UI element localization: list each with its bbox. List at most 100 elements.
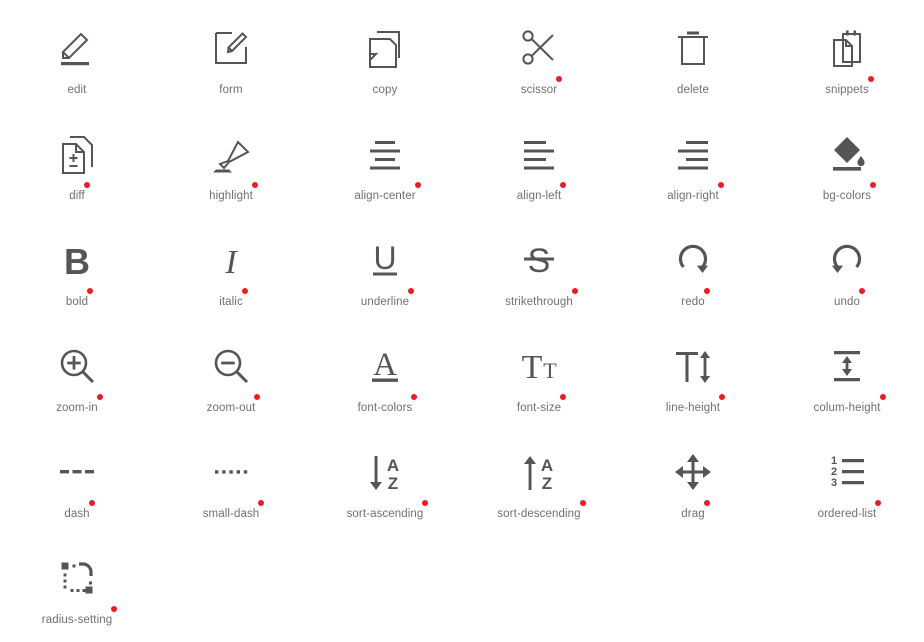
icon-label-wrap: redo bbox=[681, 288, 710, 309]
icon-label: dash bbox=[64, 508, 90, 520]
documents-plus-minus-icon[interactable] bbox=[51, 128, 103, 180]
highlighter-pen-icon[interactable] bbox=[205, 128, 257, 180]
icon-cell-radius-setting[interactable]: radius-setting bbox=[0, 536, 154, 642]
icon-cell-sort-descending[interactable]: A Zsort-descending bbox=[462, 430, 616, 536]
icon-cell-small-dash[interactable]: small-dash bbox=[154, 430, 308, 536]
new-marker-dot bbox=[251, 182, 258, 188]
letter-u-underline-icon[interactable]: U bbox=[359, 234, 411, 286]
icon-label: italic bbox=[219, 296, 243, 308]
icon-cell-redo[interactable]: redo bbox=[616, 218, 770, 324]
new-marker-dot bbox=[408, 288, 415, 294]
new-marker-dot bbox=[96, 394, 103, 400]
clipboard-pages-icon[interactable] bbox=[821, 22, 873, 74]
icon-cell-underline[interactable]: Uunderline bbox=[308, 218, 462, 324]
new-marker-dot bbox=[556, 76, 563, 82]
magnifier-plus-icon[interactable] bbox=[51, 340, 103, 392]
svg-text:S: S bbox=[528, 242, 551, 280]
dotted-line-icon[interactable] bbox=[205, 446, 257, 498]
icon-label: zoom-in bbox=[56, 402, 98, 414]
icon-cell-scissor[interactable]: scissor bbox=[462, 6, 616, 112]
numbered-list-icon[interactable]: 123 bbox=[821, 446, 873, 498]
arrow-down-az-icon[interactable]: AZ bbox=[359, 446, 411, 498]
icon-cell-align-center[interactable]: align-center bbox=[308, 112, 462, 218]
svg-text:A: A bbox=[387, 456, 399, 475]
svg-text:A: A bbox=[373, 347, 397, 383]
dashed-line-icon[interactable] bbox=[51, 446, 103, 498]
vertical-arrow-bars-icon[interactable] bbox=[821, 340, 873, 392]
icon-label-wrap: zoom-out bbox=[207, 394, 261, 415]
svg-text:T: T bbox=[543, 358, 557, 383]
copy-pages-icon[interactable] bbox=[359, 22, 411, 74]
align-right-icon[interactable] bbox=[667, 128, 719, 180]
new-marker-dot bbox=[858, 288, 865, 294]
icon-cell-bold[interactable]: Bbold bbox=[0, 218, 154, 324]
new-marker-dot bbox=[579, 500, 586, 506]
icon-label: edit bbox=[67, 84, 87, 96]
icon-cell-zoom-out[interactable]: zoom-out bbox=[154, 324, 308, 430]
undo-arrow-icon[interactable] bbox=[821, 234, 873, 286]
icon-label: colum-height bbox=[813, 402, 881, 414]
icon-cell-sort-ascending[interactable]: A Zsort-ascending bbox=[308, 430, 462, 536]
icon-cell-copy[interactable]: copy bbox=[308, 6, 462, 112]
t-vertical-arrow-icon[interactable] bbox=[667, 340, 719, 392]
paint-bucket-icon[interactable] bbox=[821, 128, 873, 180]
new-marker-dot bbox=[703, 500, 710, 506]
pencil-underline-icon[interactable] bbox=[51, 22, 103, 74]
icon-label-wrap: highlight bbox=[209, 182, 258, 203]
icon-cell-italic[interactable]: Iitalic bbox=[154, 218, 308, 324]
corner-radius-icon[interactable] bbox=[51, 552, 103, 604]
icon-label-wrap: font-colors bbox=[357, 394, 418, 415]
icon-label-wrap: strikethrough bbox=[505, 288, 578, 309]
align-left-icon[interactable] bbox=[513, 128, 565, 180]
align-center-icon[interactable] bbox=[359, 128, 411, 180]
icon-cell-snippets[interactable]: snippets bbox=[770, 6, 924, 112]
four-way-arrows-icon[interactable] bbox=[667, 446, 719, 498]
letter-b-icon[interactable]: B bbox=[51, 234, 103, 286]
icon-cell-delete[interactable]: delete bbox=[616, 6, 770, 112]
icon-cell-undo[interactable]: undo bbox=[770, 218, 924, 324]
icon-label-wrap: dash bbox=[64, 500, 95, 521]
icon-cell-diff[interactable]: diff bbox=[0, 112, 154, 218]
icon-cell-zoom-in[interactable]: zoom-in bbox=[0, 324, 154, 430]
icon-label: align-left bbox=[516, 190, 562, 202]
icon-cell-dash[interactable]: dash bbox=[0, 430, 154, 536]
icon-cell-colum-height[interactable]: colum-height bbox=[770, 324, 924, 430]
icon-label-wrap: align-center bbox=[354, 182, 421, 203]
icon-cell-bg-colors[interactable]: bg-colors bbox=[770, 112, 924, 218]
icon-label: font-colors bbox=[357, 402, 413, 414]
redo-arrow-icon[interactable] bbox=[667, 234, 719, 286]
scissors-icon[interactable] bbox=[513, 22, 565, 74]
icon-label: copy bbox=[372, 84, 398, 96]
icon-cell-font-size[interactable]: T Tfont-size bbox=[462, 324, 616, 430]
magnifier-minus-icon[interactable] bbox=[205, 340, 257, 392]
icon-label: snippets bbox=[825, 84, 869, 96]
icon-label-wrap: font-size bbox=[517, 394, 567, 415]
icon-cell-ordered-list[interactable]: 1 2 3 ordered-list bbox=[770, 430, 924, 536]
icon-cell-form[interactable]: form bbox=[154, 6, 308, 112]
icon-cell-strikethrough[interactable]: Sstrikethrough bbox=[462, 218, 616, 324]
icon-cell-font-colors[interactable]: Afont-colors bbox=[308, 324, 462, 430]
icon-cell-align-right[interactable]: align-right bbox=[616, 112, 770, 218]
new-marker-dot bbox=[870, 182, 877, 188]
icon-label: delete bbox=[677, 84, 709, 96]
letter-s-strike-icon[interactable]: S bbox=[513, 234, 565, 286]
svg-text:Z: Z bbox=[388, 474, 398, 493]
big-t-small-t-icon[interactable]: TT bbox=[513, 340, 565, 392]
new-marker-dot bbox=[258, 500, 265, 506]
letter-a-underline-icon[interactable]: A bbox=[359, 340, 411, 392]
new-marker-dot bbox=[241, 288, 248, 294]
letter-i-italic-icon[interactable]: I bbox=[205, 234, 257, 286]
icon-label-wrap: italic bbox=[219, 288, 248, 309]
square-pencil-icon[interactable] bbox=[205, 22, 257, 74]
icon-label: radius-setting bbox=[41, 614, 113, 626]
icon-cell-highlight[interactable]: highlight bbox=[154, 112, 308, 218]
icon-cell-edit[interactable]: edit bbox=[0, 6, 154, 112]
icon-label: small-dash bbox=[202, 508, 260, 520]
trash-can-icon[interactable] bbox=[667, 22, 719, 74]
svg-text:B: B bbox=[64, 241, 90, 282]
arrow-up-az-icon[interactable]: AZ bbox=[513, 446, 565, 498]
icon-cell-drag[interactable]: drag bbox=[616, 430, 770, 536]
icon-cell-line-height[interactable]: line-height bbox=[616, 324, 770, 430]
icon-label: bold bbox=[65, 296, 89, 308]
icon-cell-align-left[interactable]: align-left bbox=[462, 112, 616, 218]
